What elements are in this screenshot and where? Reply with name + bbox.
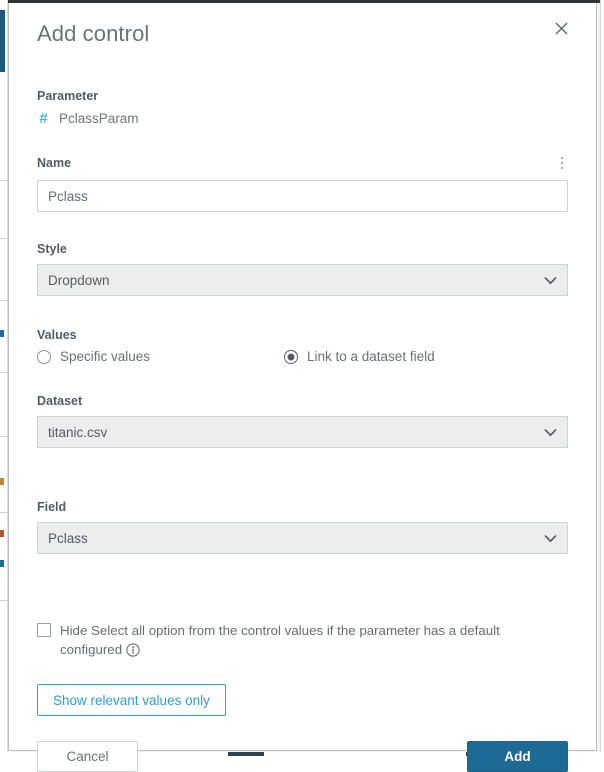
field-label: Field	[37, 500, 568, 515]
background-right-edge	[600, 0, 604, 756]
name-input[interactable]	[37, 180, 568, 212]
parameter-chip: # PclassParam	[37, 111, 568, 126]
info-circle-icon[interactable]	[126, 643, 140, 662]
background-divider	[0, 372, 7, 373]
dataset-select-wrap: titanic.csv	[37, 416, 568, 448]
radio-link-to-dataset-field-label: Link to a dataset field	[307, 350, 435, 364]
dataset-label: Dataset	[37, 394, 568, 409]
parameter-label: Parameter	[37, 89, 568, 104]
style-select-value: Dropdown	[48, 273, 110, 288]
dataset-section: Dataset titanic.csv	[37, 394, 568, 448]
background-divider	[0, 600, 7, 601]
background-marker	[0, 530, 4, 537]
radio-specific-values[interactable]: Specific values	[37, 350, 284, 364]
dataset-select-value: titanic.csv	[48, 425, 107, 440]
name-label-row: Name	[37, 153, 568, 173]
background-divider	[0, 300, 7, 301]
radio-indicator	[37, 350, 51, 364]
background-left-rail	[0, 0, 8, 756]
background-marker	[0, 330, 4, 337]
style-label: Style	[37, 242, 568, 257]
hide-select-all-row: Hide Select all option from the control …	[37, 621, 568, 662]
field-select-wrap: Pclass	[37, 522, 568, 554]
values-radio-group: Specific values Link to a dataset field	[37, 350, 568, 364]
cancel-button[interactable]: Cancel	[37, 741, 138, 772]
background-divider	[0, 436, 7, 437]
parameter-name: PclassParam	[59, 112, 139, 126]
hash-number-type-icon: #	[37, 111, 50, 126]
add-control-dialog: Add control Parameter # PclassParam Name…	[8, 3, 597, 751]
values-section: Values Specific values Link to a dataset…	[37, 328, 568, 364]
hide-select-all-text: Hide Select all option from the control …	[60, 621, 565, 662]
field-section: Field Pclass	[37, 500, 568, 554]
kebab-menu-icon[interactable]	[553, 153, 571, 173]
relevant-values-row: Show relevant values only	[37, 684, 568, 716]
dialog-footer: Cancel Add	[37, 741, 568, 772]
background-marker	[0, 560, 4, 567]
style-section: Style Dropdown	[37, 242, 568, 296]
hide-select-all-checkbox[interactable]	[37, 623, 51, 637]
name-section: Name	[37, 153, 568, 212]
background-accent-tab	[0, 10, 5, 72]
field-select[interactable]: Pclass	[37, 522, 568, 554]
radio-link-to-dataset-field[interactable]: Link to a dataset field	[284, 350, 435, 364]
field-select-value: Pclass	[48, 531, 88, 546]
radio-specific-values-label: Specific values	[60, 350, 150, 364]
kebab-dot	[561, 157, 564, 160]
style-select[interactable]: Dropdown	[37, 264, 568, 296]
values-label: Values	[37, 328, 568, 343]
parameter-section: Parameter # PclassParam	[37, 89, 568, 126]
radio-indicator-selected	[284, 350, 298, 364]
style-select-wrap: Dropdown	[37, 264, 568, 296]
close-icon[interactable]	[548, 15, 574, 41]
background-divider	[0, 238, 7, 239]
dialog-header: Add control	[37, 3, 568, 65]
kebab-dot	[561, 167, 564, 170]
background-marker	[0, 478, 4, 485]
show-relevant-values-only-button[interactable]: Show relevant values only	[37, 684, 226, 716]
background-divider	[0, 180, 7, 181]
dataset-select[interactable]: titanic.csv	[37, 416, 568, 448]
add-button[interactable]: Add	[467, 741, 568, 772]
background-divider	[0, 512, 7, 513]
name-label: Name	[37, 156, 71, 171]
kebab-dot	[561, 162, 564, 165]
page-title: Add control	[37, 23, 149, 45]
